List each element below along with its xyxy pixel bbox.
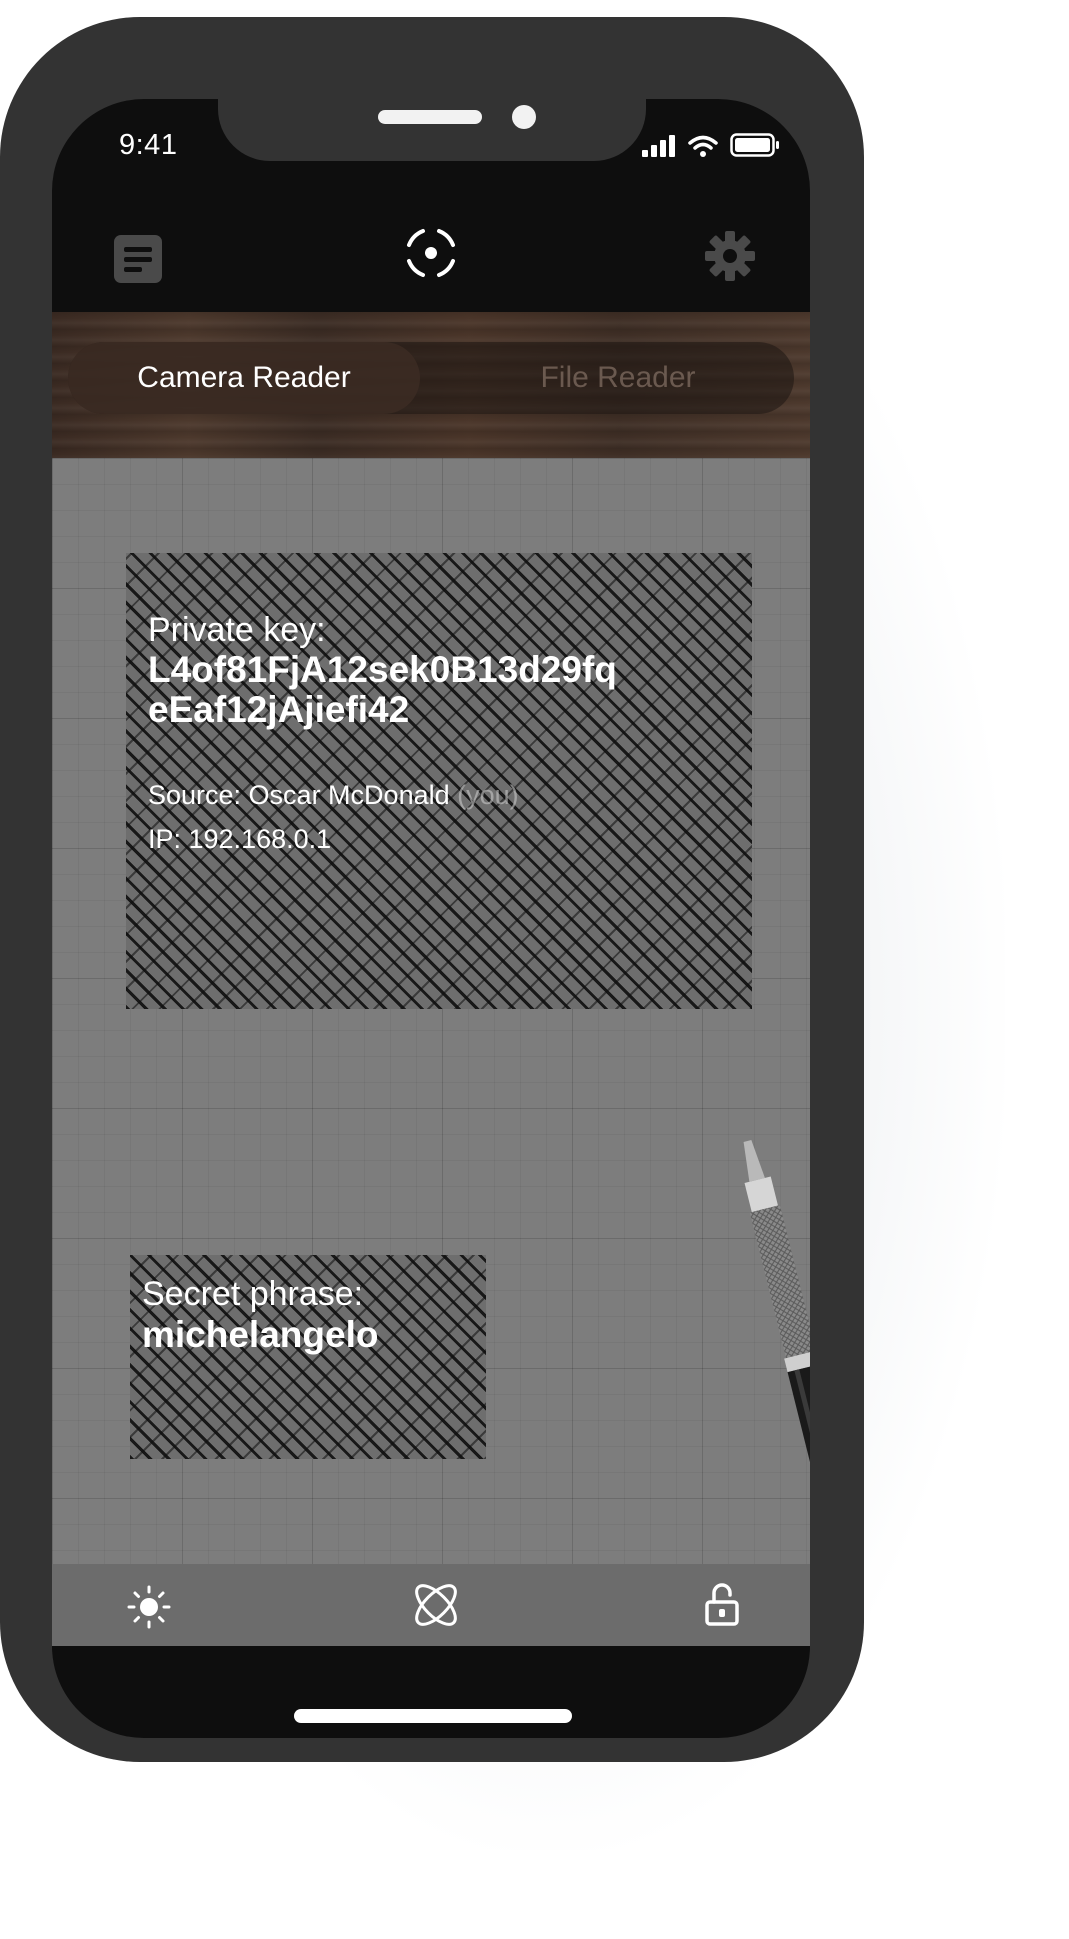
tab-file-reader[interactable]: File Reader: [442, 342, 794, 414]
notch: [218, 99, 646, 161]
reader-mode-bar: Camera Reader File Reader: [52, 312, 810, 458]
private-key-line: L4of81FjA12sek0B13d29fq: [148, 649, 617, 690]
private-key-label: Private key:: [148, 611, 326, 649]
reader-segmented-control: Camera Reader File Reader: [68, 342, 794, 414]
ip-address: IP: 192.168.0.1: [148, 824, 332, 854]
status-icons: [642, 133, 780, 157]
source-line: Source: Oscar McDonald (you): [148, 780, 519, 811]
private-key-line: eEaf12jAjiefi42: [148, 689, 410, 730]
secret-phrase-label: Secret phrase:: [142, 1275, 364, 1313]
front-camera: [512, 105, 536, 129]
scan-target-icon[interactable]: [397, 219, 465, 287]
atom-icon[interactable]: [409, 1578, 463, 1632]
battery-icon: [730, 133, 779, 157]
signal-icon: [642, 135, 675, 157]
gear-icon[interactable]: [705, 231, 755, 281]
tab-camera-reader[interactable]: Camera Reader: [68, 342, 420, 414]
camera-viewfinder: Private key: L4of81FjA12sek0B13d29fq eEa…: [52, 458, 810, 1564]
source-you-suffix: (you): [457, 780, 519, 810]
phone-frame: 9:41 Camera Reader File Reader Private k…: [0, 17, 864, 1762]
home-indicator: [294, 1709, 572, 1723]
source-name: Source: Oscar McDonald: [148, 780, 450, 810]
top-navbar: [52, 192, 810, 312]
private-key-value: L4of81FjA12sek0B13d29fq eEaf12jAjiefi42: [148, 650, 708, 730]
unlock-icon[interactable]: [705, 1582, 739, 1626]
status-time: 9:41: [119, 129, 178, 161]
secret-phrase-value: michelangelo: [142, 1314, 379, 1355]
speaker-grille: [378, 110, 482, 124]
phone-screen: 9:41 Camera Reader File Reader Private k…: [52, 99, 810, 1738]
pen-image: [743, 1140, 810, 1564]
wifi-icon: [688, 135, 718, 157]
bottom-toolbar: [52, 1564, 810, 1646]
document-icon[interactable]: [114, 235, 162, 283]
brightness-icon[interactable]: [126, 1584, 172, 1630]
